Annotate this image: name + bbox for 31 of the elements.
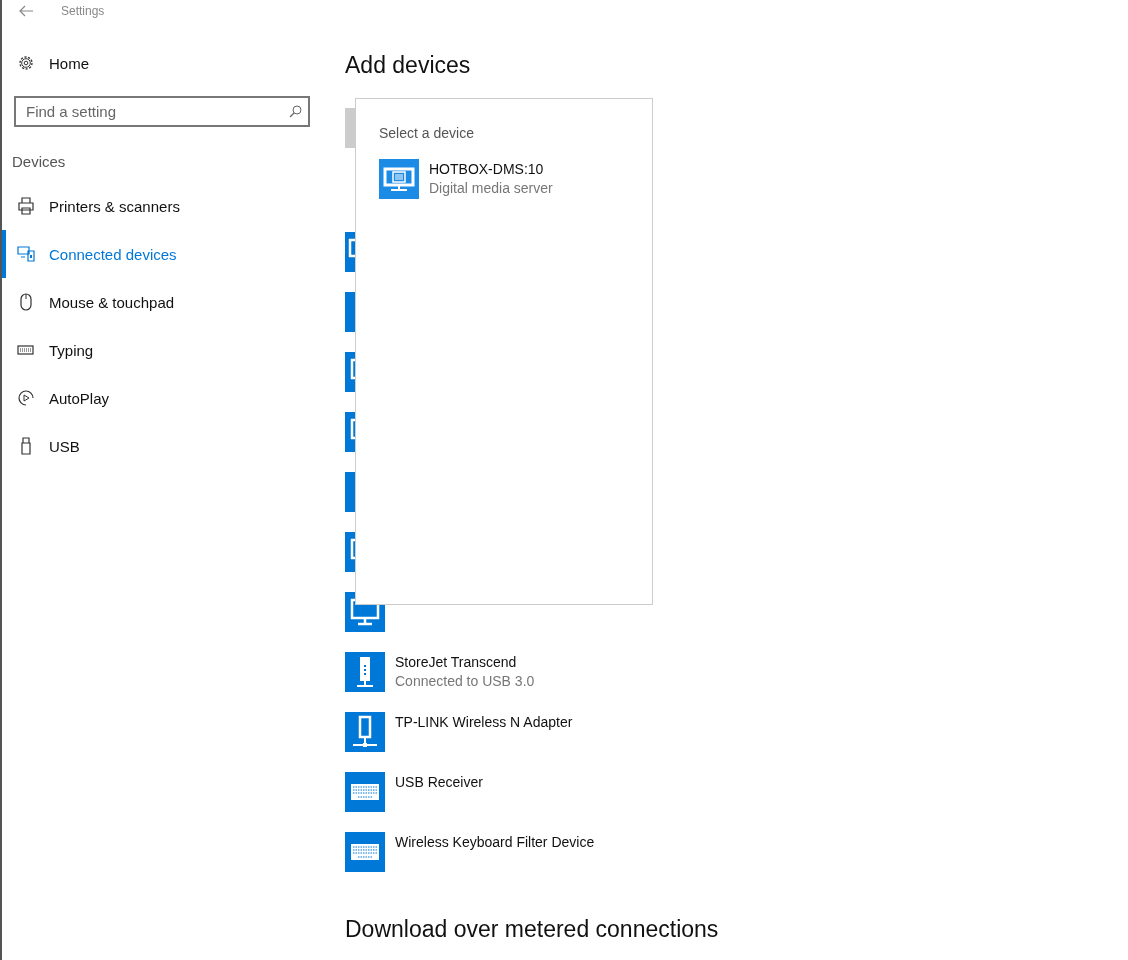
- nav-item[interactable]: Typing: [2, 326, 332, 374]
- drive-tile-icon: [345, 652, 385, 692]
- mouse-icon: [17, 293, 35, 311]
- panel-title: Select a device: [379, 125, 475, 141]
- nav-item[interactable]: Mouse & touchpad: [2, 278, 332, 326]
- page-heading: Add devices: [345, 52, 472, 80]
- nav-item[interactable]: Connected devices: [2, 230, 332, 278]
- gear-icon: [17, 54, 35, 72]
- nav-item[interactable]: USB: [2, 422, 332, 470]
- device-name: Wireless Keyboard Filter Device: [395, 834, 595, 850]
- section-label: Devices: [12, 153, 67, 170]
- devices-icon: [17, 245, 35, 263]
- back-arrow-icon[interactable]: [19, 5, 33, 17]
- autoplay-icon: [17, 389, 35, 407]
- keyboard-tile-icon: [345, 832, 385, 872]
- device-name: USB Receiver: [395, 774, 483, 790]
- device-name: StoreJet Transcend: [395, 654, 518, 670]
- nav-item[interactable]: Printers & scanners: [2, 182, 332, 230]
- device-name: TP-LINK Wireless N Adapter: [395, 714, 573, 730]
- search-icon: [289, 105, 302, 118]
- nav-item[interactable]: AutoPlay: [2, 374, 332, 422]
- keyboard-tile-icon: [345, 772, 385, 812]
- printer-icon: [17, 197, 35, 215]
- media-server-icon: [379, 159, 419, 199]
- device-option[interactable]: HOTBOX-DMS:10 Digital media server: [379, 159, 652, 199]
- home-link[interactable]: Home: [17, 52, 332, 74]
- device-status: Connected to USB 3.0: [395, 673, 535, 689]
- section-heading: Download over metered connections: [345, 916, 720, 944]
- window-title: Settings: [61, 4, 105, 18]
- search-field[interactable]: Find a setting: [14, 96, 310, 127]
- network-tile-icon: [345, 712, 385, 752]
